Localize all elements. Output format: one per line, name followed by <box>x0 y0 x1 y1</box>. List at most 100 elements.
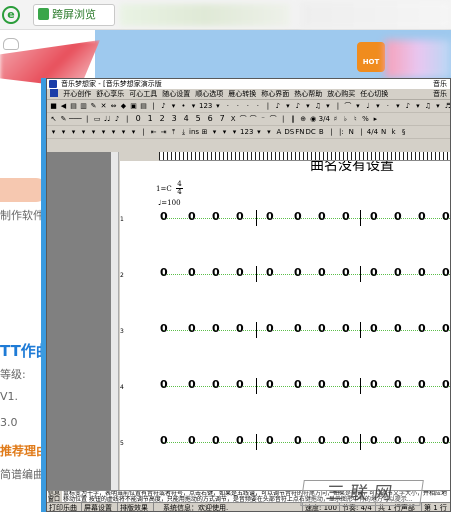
toolbar-button[interactable]: ▾ <box>59 126 68 138</box>
toolbar-button[interactable]: ◆ <box>119 100 128 112</box>
toolbar-button[interactable]: ▤ <box>69 100 78 112</box>
note-number-button[interactable]: 4 <box>181 113 192 125</box>
rest-note[interactable]: 0 <box>212 266 220 279</box>
toolbar-button[interactable]: ▾ <box>89 126 98 138</box>
toolbar-button[interactable]: ▾ <box>433 100 442 112</box>
rest-note[interactable]: 0 <box>318 210 326 223</box>
toolbar-button[interactable]: | <box>139 126 148 138</box>
menu-item[interactable]: 可心工具 <box>129 90 157 98</box>
toolbar-button[interactable]: ▾ <box>79 126 88 138</box>
toolbar-button[interactable]: ⌒ <box>249 113 258 125</box>
toolbar-button[interactable]: ♩ <box>363 100 372 112</box>
rest-note[interactable]: 0 <box>342 378 350 391</box>
note-number-button[interactable]: 5 <box>193 113 204 125</box>
toolbar-button[interactable]: ▣ <box>129 100 138 112</box>
toolbar-button[interactable]: N <box>379 126 388 138</box>
note-number-button[interactable]: 1 <box>145 113 156 125</box>
rest-note[interactable]: 0 <box>394 210 402 223</box>
toolbar-button[interactable]: 123 <box>240 126 253 138</box>
toolbar-button[interactable]: ▾ <box>49 126 58 138</box>
rest-note[interactable]: 0 <box>212 434 220 447</box>
toolbar-button[interactable]: 123 <box>199 100 212 112</box>
rest-note[interactable]: 0 <box>394 266 402 279</box>
toolbar-button[interactable]: ▾ <box>303 100 312 112</box>
toolbar-button[interactable]: ◀ <box>59 100 68 112</box>
toolbar-button[interactable]: A <box>274 126 283 138</box>
toolbar-button[interactable]: ▤ <box>139 100 148 112</box>
rest-note[interactable]: 0 <box>394 322 402 335</box>
toolbar-button[interactable]: ⇔ <box>109 100 118 112</box>
menu-item[interactable]: 随心设置 <box>162 90 190 98</box>
toolbar-button[interactable]: ⊞ <box>200 126 209 138</box>
toolbar-button[interactable]: ♪ <box>159 100 168 112</box>
toolbar-button[interactable]: | <box>149 100 158 112</box>
hot-badge-icon[interactable]: HOT <box>357 42 385 72</box>
menu-item[interactable]: 开心创作 <box>63 90 91 98</box>
rest-note[interactable]: 0 <box>266 378 274 391</box>
toolbar-button[interactable]: ⇥ <box>159 126 168 138</box>
key-signature[interactable]: 1=C <box>156 185 172 193</box>
toolbar-button[interactable]: ▥ <box>79 100 88 112</box>
toolbar-button[interactable]: ✕ <box>99 100 108 112</box>
rest-note[interactable]: 0 <box>188 322 196 335</box>
toolbar-button[interactable]: ♫ <box>423 100 432 112</box>
toolbar-button[interactable]: 4/4 <box>367 126 378 138</box>
menu-app-icon[interactable] <box>50 89 58 97</box>
rest-note[interactable]: 0 <box>418 322 426 335</box>
toolbar-button[interactable]: ♩♩ <box>103 113 112 125</box>
toolbar-button[interactable]: ♪ <box>113 113 122 125</box>
rest-note[interactable]: 0 <box>342 434 350 447</box>
rest-note[interactable]: 0 <box>266 266 274 279</box>
rest-note[interactable]: 0 <box>370 210 378 223</box>
toolbar-button[interactable]: | <box>357 126 366 138</box>
toolbar-button[interactable]: ▾ <box>353 100 362 112</box>
menu-item[interactable]: 放心购买 <box>327 90 355 98</box>
note-number-button[interactable]: 7 <box>217 113 228 125</box>
toolbar-button[interactable]: ▾ <box>69 126 78 138</box>
toolbar-button[interactable]: | <box>263 100 272 112</box>
rest-note[interactable]: 0 <box>418 434 426 447</box>
score-row[interactable]: 3 0 0 0 0 0 0 0 0 0 0 0 0 <box>120 320 450 342</box>
rest-note[interactable]: 0 <box>342 266 350 279</box>
rest-note[interactable]: 0 <box>160 266 168 279</box>
toolbar-button[interactable]: ▾ <box>119 126 128 138</box>
rest-note[interactable]: 0 <box>188 434 196 447</box>
toolbar-button[interactable]: ✎ <box>59 113 68 125</box>
toolbar-button[interactable]: ◉ <box>309 113 318 125</box>
rest-note[interactable]: 0 <box>236 210 244 223</box>
toolbar-button[interactable]: ▾ <box>129 126 138 138</box>
toolbar-button[interactable]: ■ <box>49 100 58 112</box>
rest-note[interactable]: 0 <box>394 378 402 391</box>
rest-note[interactable]: 0 <box>236 266 244 279</box>
rest-note[interactable]: 0 <box>294 378 302 391</box>
toolbar-button[interactable]: ▭ <box>93 113 102 125</box>
rest-note[interactable]: 0 <box>370 378 378 391</box>
toolbar-button[interactable]: X <box>229 113 238 125</box>
toolbar-button[interactable]: • <box>179 100 188 112</box>
toolbar-button[interactable]: ⤒ <box>169 126 178 138</box>
menu-item[interactable]: 热心帮助 <box>294 90 322 98</box>
rest-note[interactable]: 0 <box>442 378 450 391</box>
toolbar-button[interactable]: · <box>383 100 392 112</box>
toolbar-button[interactable]: ▾ <box>169 100 178 112</box>
rest-note[interactable]: 0 <box>294 434 302 447</box>
toolbar-button[interactable]: ♪ <box>293 100 302 112</box>
toolbar-button[interactable]: ⁻ <box>259 113 268 125</box>
toolbar-button[interactable]: · <box>243 100 252 112</box>
score-row[interactable]: 2 0 0 0 0 0 0 0 0 0 0 0 0 <box>120 264 450 286</box>
rest-note[interactable]: 0 <box>236 378 244 391</box>
rest-note[interactable]: 0 <box>318 378 326 391</box>
toolbar-button[interactable]: B <box>317 126 326 138</box>
toolbar-button[interactable]: ▾ <box>210 126 219 138</box>
rest-note[interactable]: 0 <box>318 322 326 335</box>
rest-note[interactable]: 0 <box>236 322 244 335</box>
toolbar-button[interactable]: ▾ <box>413 100 422 112</box>
rest-note[interactable]: 0 <box>442 434 450 447</box>
toolbar-button[interactable]: N <box>347 126 356 138</box>
time-signature[interactable]: 4 4 <box>176 181 183 196</box>
toolbar-button[interactable]: ⇤ <box>149 126 158 138</box>
toolbar-button[interactable]: · <box>233 100 242 112</box>
toolbar-button[interactable]: k <box>389 126 398 138</box>
toolbar-button[interactable]: ♫ <box>313 100 322 112</box>
menu-item[interactable]: 称心界面 <box>261 90 289 98</box>
